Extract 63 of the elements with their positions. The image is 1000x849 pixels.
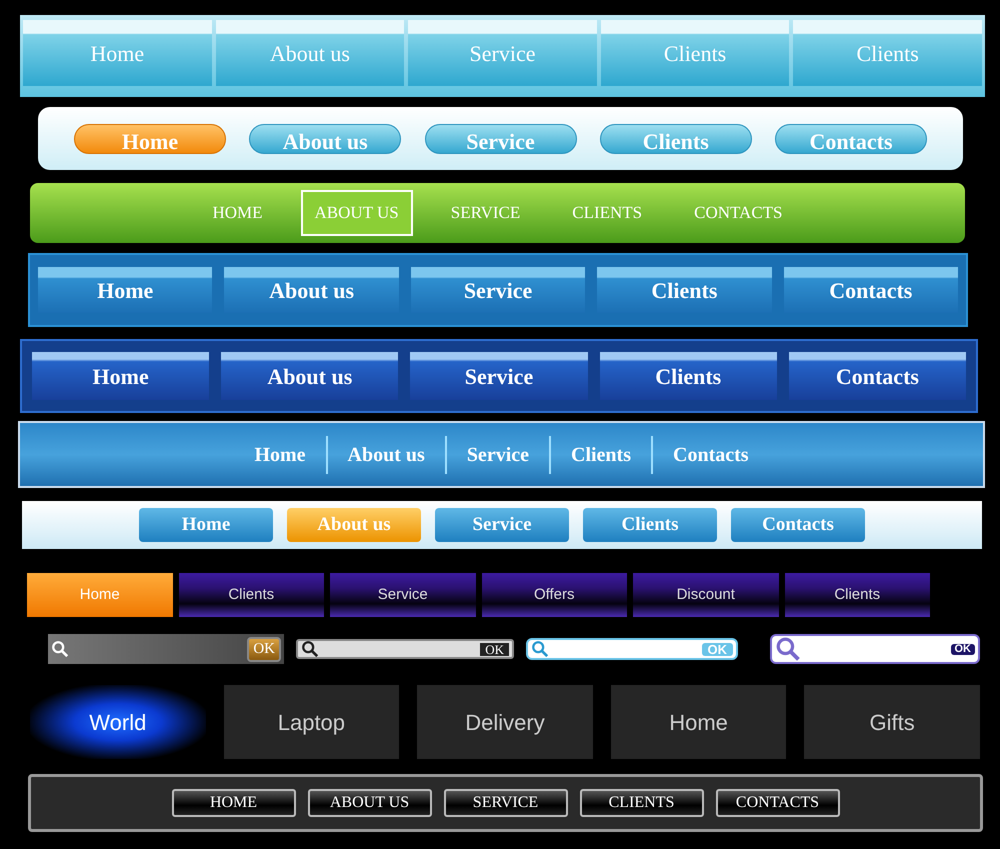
nav-tab[interactable]: About us bbox=[216, 20, 404, 86]
ok-button[interactable]: OK bbox=[247, 636, 281, 662]
nav-tab[interactable]: About us bbox=[221, 352, 398, 400]
nav-tab[interactable]: ABOUT US bbox=[308, 789, 432, 817]
nav-tab[interactable]: Clients bbox=[597, 267, 772, 313]
nav-tab[interactable]: CLIENTS bbox=[558, 190, 656, 236]
nav-tab[interactable]: About us bbox=[224, 267, 399, 313]
nav-tab[interactable]: Gifts bbox=[804, 685, 980, 759]
search-icon bbox=[51, 640, 69, 658]
search-field[interactable]: OK bbox=[296, 639, 514, 659]
nav-tab[interactable]: Service bbox=[444, 436, 549, 474]
nav-tab[interactable]: About us bbox=[326, 436, 445, 474]
nav-tab[interactable]: Clients bbox=[178, 573, 324, 617]
nav-tab[interactable]: World bbox=[30, 685, 206, 759]
nav-tab[interactable]: Home bbox=[23, 20, 212, 86]
nav-tab[interactable]: Clients bbox=[600, 352, 777, 400]
nav-tab[interactable]: Home bbox=[32, 352, 210, 400]
nav-tab[interactable]: Discount bbox=[633, 573, 778, 617]
nav-tab[interactable]: Contacts bbox=[651, 436, 769, 474]
nav-tab[interactable]: Home bbox=[27, 573, 172, 617]
search-icon bbox=[531, 640, 549, 658]
nav-tab[interactable]: Home bbox=[139, 508, 273, 542]
nav-tab[interactable]: CONTACTS bbox=[680, 190, 797, 236]
nav-tab[interactable]: Service bbox=[435, 508, 569, 542]
nav-tab[interactable]: Contacts bbox=[784, 267, 958, 313]
nav-tab[interactable]: HOME bbox=[172, 789, 296, 817]
nav-tab[interactable]: Service bbox=[330, 573, 476, 617]
nav-tab[interactable]: Home bbox=[610, 685, 786, 759]
nav-tab[interactable]: SERVICE bbox=[444, 789, 568, 817]
nav-tab[interactable]: Clients bbox=[784, 573, 930, 617]
nav-tab[interactable]: ABOUT US bbox=[300, 190, 413, 236]
search-icon bbox=[301, 640, 319, 658]
search-field[interactable]: OK bbox=[770, 634, 980, 664]
nav-tab[interactable]: Clients bbox=[600, 124, 752, 154]
nav-tab[interactable]: Delivery bbox=[417, 685, 593, 759]
nav-tab[interactable]: Clients bbox=[600, 20, 790, 86]
ok-button[interactable]: OK bbox=[950, 644, 975, 654]
nav-tab[interactable]: Service bbox=[408, 20, 597, 86]
nav-tab[interactable]: Home bbox=[74, 124, 226, 154]
search-icon bbox=[775, 636, 801, 662]
nav-tab[interactable]: Home bbox=[38, 267, 212, 313]
nav-tab[interactable]: Service bbox=[424, 124, 576, 154]
search-field[interactable]: OK bbox=[48, 634, 284, 664]
nav-tab[interactable]: HOME bbox=[198, 190, 277, 236]
nav-tab[interactable]: Clients bbox=[549, 436, 651, 474]
nav-tab[interactable]: Service bbox=[410, 352, 588, 400]
nav-tab[interactable]: SERVICE bbox=[436, 190, 534, 236]
nav-tab[interactable]: Contacts bbox=[788, 352, 966, 400]
search-field[interactable]: OK bbox=[526, 638, 738, 660]
nav-tab[interactable]: Offers bbox=[482, 573, 627, 617]
nav-tab[interactable]: CLIENTS bbox=[580, 789, 704, 817]
nav-tab[interactable]: CONTACTS bbox=[716, 789, 840, 817]
nav-tab[interactable]: Clients bbox=[583, 508, 717, 542]
nav-tab[interactable]: Clients bbox=[793, 20, 982, 86]
nav-tab[interactable]: Laptop bbox=[224, 685, 400, 759]
nav-tab[interactable]: Home bbox=[234, 436, 326, 474]
nav-tab[interactable]: About us bbox=[287, 508, 421, 542]
nav-tab[interactable]: Service bbox=[410, 267, 586, 313]
ok-button[interactable]: OK bbox=[702, 642, 733, 656]
nav-tab[interactable]: About us bbox=[249, 124, 402, 154]
nav-tab[interactable]: Contacts bbox=[731, 508, 865, 542]
nav-tab[interactable]: Contacts bbox=[775, 124, 927, 154]
ok-button[interactable]: OK bbox=[480, 642, 509, 656]
